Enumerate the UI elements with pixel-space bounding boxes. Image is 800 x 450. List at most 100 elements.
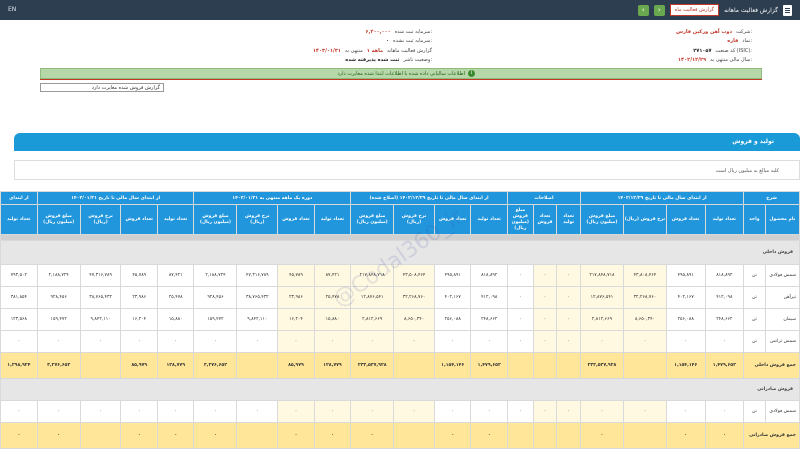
sum-cell: ۰	[350, 422, 395, 449]
column-header[interactable]: نام محصول	[764, 204, 800, 235]
value-cell: ۰	[506, 330, 534, 353]
section-header: تولید و فروش	[14, 133, 800, 151]
report-select[interactable]: گزارش فروش شده مغایرت دارد	[40, 83, 164, 92]
page-title: گزارش فعالیت ماهانه	[724, 6, 778, 14]
unit-cell: تن	[743, 400, 766, 423]
info-row-fiscal: سال مالی منتهی به: ۱۴۰۲/۱۲/۲۹	[678, 57, 752, 63]
sum-cell	[532, 422, 558, 449]
info-icon: i	[468, 70, 475, 77]
sum-cell: ۰	[156, 422, 195, 449]
group-row: فروش صادراتی	[0, 378, 800, 401]
sum-cell	[556, 352, 581, 379]
group-header: از ابتدای سال مالی تا تاریخ ۱۴۰۲/۱۲/۲۹	[579, 191, 745, 205]
column-header[interactable]: مبلغ فروش (میلیون ریال)	[36, 204, 81, 235]
column-header[interactable]: تعداد فروش	[277, 204, 315, 235]
company-label: شرکت:	[736, 29, 752, 35]
sum-cell: ۱۲۸,۷۷۹	[156, 352, 195, 379]
value-cell: ۰	[622, 330, 667, 353]
value-cell: ۰	[36, 330, 81, 353]
value-cell: ۳۸,۷۶۵,۴۳۲	[236, 286, 279, 309]
unregistered-capital-value: ۰	[385, 38, 389, 44]
sum-label: جمع فروش صادراتی	[743, 422, 800, 449]
production-sales-table: شرح از ابتدای سال مالی تا تاریخ ۱۴۰۲/۱۲/۲…	[0, 191, 800, 450]
column-header[interactable]: تعداد فروش	[120, 204, 158, 235]
monthly-report-button[interactable]: گزارش فعالیت ماه	[669, 4, 720, 16]
status-value: ثبت شده پذیرفته شده	[345, 57, 400, 63]
language-toggle[interactable]: EN	[8, 6, 16, 13]
value-cell: ۱۵۹,۴۷۲	[193, 308, 238, 331]
symbol-label: نماد:	[742, 38, 752, 44]
sum-cell: ۰	[0, 422, 38, 449]
group-header: از ابتدای	[0, 191, 38, 205]
value-cell: ۰	[556, 286, 581, 309]
value-cell: ۰	[556, 308, 581, 331]
info-row-symbol: نماد: فاره	[727, 38, 752, 44]
column-header[interactable]: تعداد تولید	[704, 204, 745, 235]
sum-cell: ۱,۴۷۹,۶۵۲	[470, 352, 508, 379]
unit-cell: تن	[743, 286, 766, 309]
column-header[interactable]: تعداد تولید	[0, 204, 38, 235]
sum-cell	[236, 422, 279, 449]
column-header[interactable]: نرخ فروش (ریال)	[393, 204, 435, 235]
value-cell: ۸,۶۵۰,۳۴۰	[393, 308, 435, 331]
value-cell: ۱۵,۸۸۰	[313, 308, 352, 331]
sum-cell: ۸۵,۹۷۹	[277, 352, 315, 379]
table-row: شمش ترانس تن ۰ ۰ ۰ ۰ ۰ ۰ ۰ ۰ ۰ ۰ ۰ ۰ ۰ ۰ ۰ ۰ ۰ ۰ ۰ ۰	[0, 330, 800, 353]
column-header[interactable]: تعداد فروش	[532, 204, 558, 235]
group-header: از ابتدای سال مالی تا تاریخ ۱۴۰۲/۱۲/۲۹ (…	[350, 191, 508, 205]
value-cell: ۰	[556, 330, 581, 353]
column-header[interactable]: مبلغ فروش (میلیون ریال)	[579, 204, 624, 235]
column-header[interactable]: تعداد تولید	[156, 204, 195, 235]
column-header[interactable]: مبلغ فروش (میلیون ریال)	[193, 204, 238, 235]
value-cell: ۴۳,۸۰۸,۴۶۴	[622, 264, 667, 287]
sum-cell	[622, 352, 667, 379]
note-box: کلیه مبالغ به میلیون ریال است	[14, 160, 800, 180]
column-header[interactable]: واحد	[743, 204, 766, 235]
value-cell: ۹۲۸,۴۵۶	[193, 286, 238, 309]
column-header[interactable]: مبلغ فروش (میلیون ریال)	[506, 204, 534, 235]
sum-cell: ۰	[36, 422, 81, 449]
sum-cell: ۱,۱۵۴,۱۴۶	[433, 352, 472, 379]
value-cell: ۰	[433, 330, 472, 353]
value-cell: ۳۸۱,۸۵۴	[0, 286, 38, 309]
chevron-left-icon[interactable]: ‹	[637, 4, 649, 16]
table-row: سیمان تن ۲۴۸,۶۶۲ ۲۵۶,۰۸۸ ۸,۶۵۰,۳۴۰ ۲,۸۱۲,۶۶۹ ۰…	[0, 308, 800, 331]
value-cell: ۰	[433, 400, 472, 423]
symbol-value: فاره	[727, 38, 739, 44]
product-name: شمش ترانس	[764, 330, 800, 353]
value-cell: ۴۹۵,۸۹۱	[665, 264, 706, 287]
value-cell: ۰	[506, 264, 534, 287]
sum-cell: ۲۳۳,۵۳۷,۹۲۸	[579, 352, 624, 379]
column-header[interactable]: مبلغ فروش (میلیون ریال)	[350, 204, 395, 235]
product-name: شمش فولادی	[764, 264, 800, 287]
value-cell: ۷۹۳,۵۰۲	[0, 264, 38, 287]
value-cell: ۸۷,۴۲۱	[156, 264, 195, 287]
column-header[interactable]: نرخ فروش (ریال)	[79, 204, 122, 235]
sum-cell: ۰	[665, 422, 706, 449]
column-header[interactable]: تعداد فروش	[433, 204, 472, 235]
column-header[interactable]: تعداد تولید	[313, 204, 352, 235]
value-cell: ۰	[579, 400, 624, 423]
value-cell: ۲۴۸,۶۶۲	[470, 308, 508, 331]
column-header[interactable]: تعداد تولید	[470, 204, 508, 235]
value-cell: ۰	[665, 330, 706, 353]
value-cell: ۰	[36, 400, 81, 423]
value-cell: ۸۱۸,۸۹۲	[704, 264, 745, 287]
value-cell: ۰	[532, 330, 558, 353]
value-cell: ۲۴۸,۶۶۲	[704, 308, 745, 331]
data-table: شرح از ابتدای سال مالی تا تاریخ ۱۴۰۲/۱۲/۲…	[0, 191, 800, 449]
column-header[interactable]: تعداد تولید	[556, 204, 581, 235]
value-cell: ۲۵,۴۷۸	[156, 286, 195, 309]
sum-cell: ۳,۲۷۶,۶۵۲	[193, 352, 238, 379]
column-header[interactable]: نرخ فروش (ریال)	[622, 204, 667, 235]
chevron-right-icon[interactable]: ›	[653, 4, 665, 16]
notice-bar: i اطلاعات سالیانی داده شده با اطلاعات اب…	[40, 68, 762, 79]
value-cell: ۰	[79, 400, 122, 423]
fiscal-year-value: ۱۴۰۲/۱۲/۲۹	[677, 57, 707, 63]
value-cell: ۰	[313, 400, 352, 423]
column-header[interactable]: تعداد فروش	[665, 204, 706, 235]
sum-cell	[79, 352, 122, 379]
group-header: از ابتدای سال مالی تا تاریخ ۱۴۰۳/۰۱/۳۱	[36, 191, 195, 205]
value-cell: ۱۶,۲۰۴	[277, 308, 315, 331]
column-header[interactable]: نرخ فروش (ریال)	[236, 204, 279, 235]
